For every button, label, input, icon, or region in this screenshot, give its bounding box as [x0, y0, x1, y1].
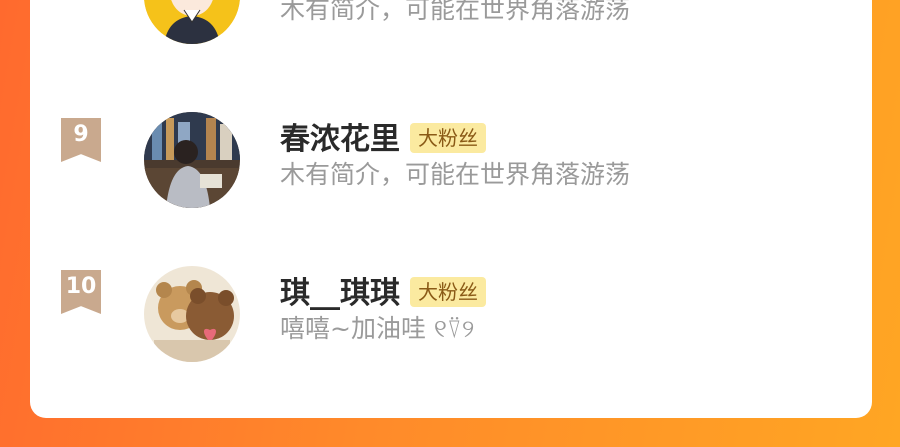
- fan-bio: 嘻嘻~加油哇 ୧⍢୨: [280, 314, 475, 343]
- rank-ribbon: 10: [61, 270, 101, 314]
- fan-bio: 木有简介，可能在世界角落游荡: [280, 0, 631, 24]
- fan-name-text: 琪__琪琪: [280, 276, 400, 311]
- rank-number: 10: [65, 274, 97, 299]
- fan-bio: 木有简介，可能在世界角落游荡: [280, 160, 631, 189]
- list-item[interactable]: 10 琪__琪琪 大粉丝 嘻嘻~加油哇 ୧⍢୨: [30, 262, 872, 362]
- avatar[interactable]: [144, 0, 240, 44]
- fan-name-text: 春浓花里: [280, 122, 400, 157]
- rank-ribbon: 9: [61, 118, 101, 162]
- fan-level-badge: 大粉丝: [410, 277, 486, 307]
- fan-name: 琪__琪琪 大粉丝: [280, 276, 486, 312]
- fan-ranking-card: 8 木有简介，可能在世界角落游荡 9: [30, 0, 872, 418]
- list-item[interactable]: 8 木有简介，可能在世界角落游荡: [30, 0, 872, 50]
- rank-number: 9: [73, 122, 89, 147]
- avatar[interactable]: [144, 266, 240, 362]
- fan-level-badge: 大粉丝: [410, 123, 486, 153]
- list-item[interactable]: 9 春浓花里 大粉丝 木有简介，可能在世界角落游荡: [30, 108, 872, 208]
- avatar[interactable]: [144, 112, 240, 208]
- fan-name: 春浓花里 大粉丝: [280, 122, 486, 158]
